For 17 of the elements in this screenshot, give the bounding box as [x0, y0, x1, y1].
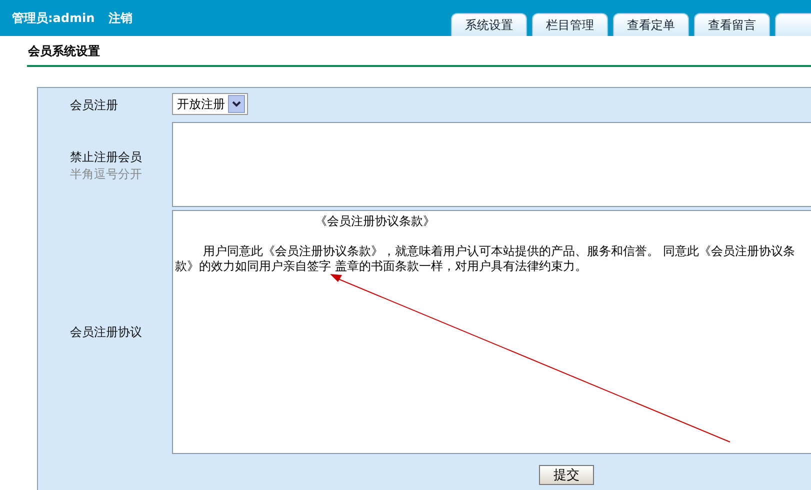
- agreement-field[interactable]: 《会员注册协议条款》 用户同意此《会员注册协议条款》，就意味着用户认可本站提供的产品、服务和信誉。 同意此《会员注册协议条款》的效力如同用户亲自签字 盖章的书面条款一样，对用户具有法律约束力。: [172, 210, 811, 454]
- field-label: 会员注册协议: [70, 324, 143, 340]
- nav-tab[interactable]: 系统设置: [451, 13, 527, 36]
- banned-members-field[interactable]: [172, 122, 811, 207]
- section-title: 会员系统设置: [27, 43, 100, 60]
- field-hint: 半角逗号分开: [70, 166, 143, 183]
- nav-tab[interactable]: 查看定单: [613, 13, 689, 36]
- registration-select[interactable]: 开放注册: [172, 93, 248, 115]
- submit-button[interactable]: 提交: [539, 465, 594, 485]
- nav-tab[interactable]: 栏目管理: [532, 13, 608, 36]
- field-label: 会员注册: [70, 96, 119, 114]
- admin-label: 管理员:admin: [12, 10, 95, 27]
- nav-tab[interactable]: 查看留言: [694, 13, 770, 36]
- field-label: 禁止注册会员: [70, 149, 143, 166]
- caret-icon: [228, 95, 245, 113]
- agreement-text: 用户同意此《会员注册协议条款》，就意味着用户认可本站提供的产品、服务和信誉。 同意此《会员注册协议条款》的效力如同用户亲自签字 盖章的书面条款一样，对用户具有法律约束力。: [175, 244, 796, 274]
- agreement-title: 《会员注册协议条款》: [315, 214, 435, 228]
